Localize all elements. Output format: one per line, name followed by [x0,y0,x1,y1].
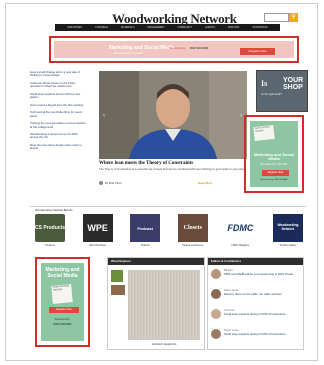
explorer-thumbnail[interactable] [111,285,125,295]
brand-logo: WPE [82,214,113,242]
banner-ad-body: Marketing and Social Media November 15 |… [54,41,294,58]
editor-item[interactable]: Karl Forth Small shop expands during COV… [211,308,303,325]
carousel-prev-icon[interactable]: ‹ [103,113,105,119]
sidebar-ad-body: THINK OUTSIDE THE BOX Marketing and Soci… [250,121,298,187]
editor-headline[interactable]: Delivery driven to the cable, the caller… [224,292,302,296]
sidebar-ad-left-body: Marketing and Social Media THINK OUTSIDE… [41,263,84,341]
ad-shop-line2: YOUR SHOP [283,77,304,91]
hero-headline[interactable]: Where lean meets the Theory of Constrain… [99,161,247,167]
section-divider [30,206,306,207]
ad-paper-note: THINK OUTSIDE THE BOX [253,124,275,142]
brand-label: Wood Pro Expo [89,244,106,247]
hero-byline: By Brad Olson [99,181,122,185]
editor-item[interactable]: Bill Esler KBIS and NAHB will be co-prog… [211,268,303,285]
ad-shop-line3: on the right track? [261,93,282,96]
editor-headline[interactable]: KBIS and NAHB will be co-programming in … [224,272,302,276]
nav-item-community[interactable]: Community [178,26,193,29]
news-item[interactable]: Tech testing the new Delta Drive for woo… [30,111,86,118]
avatar [211,309,221,319]
brand-label: Closets Conference [182,244,204,247]
news-item[interactable]: How to land a big job from the first mee… [30,103,86,107]
brand-label: Product Gallery [279,244,297,247]
brand-logo: Closets [177,214,208,242]
editors-header: Editors & Contributors [208,258,303,265]
nav-item-industries[interactable]: Industries [68,26,82,29]
editor-item[interactable]: Robert Gentle Delivery driven to the cab… [211,288,303,305]
brand-label: Products [45,244,55,247]
hero-image[interactable] [99,71,247,159]
nav-item-showroom[interactable]: Showroom [253,26,268,29]
carousel-next-icon[interactable]: › [240,113,242,119]
banner-ad-sponsor-label: Sponsored by: [169,47,186,50]
sidebar-ad-left[interactable]: Marketing and Social Media THINK OUTSIDE… [35,257,90,347]
news-item[interactable]: Woodworking employment up for 2021 acros… [30,133,86,140]
banner-ad-subtitle: November 15 | 2 pm EST [114,52,144,55]
brand-label: FDMC Magazine [231,244,250,247]
nav-item-events[interactable]: Events [205,26,215,29]
brand-tile[interactable]: Woodworking Network Product Gallery [272,214,303,247]
sidebar-ad-register-button[interactable]: Register Now [262,170,289,176]
sidebar-ad-marketing[interactable]: THINK OUTSIDE THE BOX Marketing and Soci… [244,115,304,193]
news-item[interactable]: Training the next generation of wood wor… [30,122,86,129]
brand-tile[interactable]: Podcast Podcast [130,214,161,247]
wood-sample-image[interactable] [128,270,200,340]
editors-panel: Editors & Contributors Bill Esler KBIS a… [207,257,304,350]
search-input[interactable] [264,13,289,22]
brands-row: CS Products Products WPE Wood Pro Expo P… [35,214,303,247]
avatar [211,329,221,339]
brand-label: Podcast [140,244,150,247]
ad-paper-note: THINK OUTSIDE THE BOX [51,284,73,304]
ad-your-shop[interactable]: Is YOUR SHOP on the right track? [256,70,308,112]
nav-item-management[interactable]: Management [147,26,164,29]
editor-headline[interactable]: Small shop expands during COVID-19 restr… [224,332,302,336]
news-item[interactable]: How a small change led to a new way of t… [30,70,86,77]
wood-sample-caption[interactable]: Zembeli magnolia [128,342,200,346]
brand-tile[interactable]: FDMC FDMC Magazine [225,214,256,247]
ad-shop-line1: Is [261,79,268,88]
brand-tile[interactable]: WPE Wood Pro Expo [82,214,113,247]
hero-author: By Brad Olson [105,181,122,185]
nav-item-podcast[interactable]: Podcast [228,26,240,29]
sidebar-ad-left-sponsor-brand: RED BOARD [53,322,72,326]
banner-ad-sponsor-brand: RED BOARD [190,46,209,50]
brand-logo: CS Products [35,214,65,242]
search-button[interactable]: ⚲ [289,13,298,22]
hero-summary: The Theory of Constraints is a powerful … [99,167,246,171]
sidebar-ad-sponsor: Sponsored by: RED BOARD [260,179,288,181]
news-item[interactable]: Meet the new closet design team ready to… [30,143,86,150]
sidebar-ad-subtitle: November 15 | 2 pm EST [260,163,288,166]
sidebar-ad-left-sponsor-label: Sponsored by: [54,318,71,321]
search-icon: ⚲ [291,14,296,20]
banner-ad-title: Marketing and Social Media [109,45,175,51]
explorer-thumbnail[interactable] [111,270,123,282]
hero-photo [99,71,247,159]
author-avatar [99,181,103,185]
banner-ad-top[interactable]: Marketing and Social Media November 15 |… [49,36,299,63]
news-item[interactable]: Small shop expands its line with the new… [30,92,86,99]
sidebar-ad-left-register-button[interactable]: Register Now [49,307,79,313]
read-more-link[interactable]: Read More [198,181,212,185]
page: Woodworking Network ⚲ Industries Channel… [20,5,308,355]
brand-logo: Podcast [130,214,161,242]
brands-section-label: Woodworking Network Brands [35,208,73,212]
nav-item-materials[interactable]: Materials [121,26,134,29]
sidebar-ad-left-title: Marketing and Social Media [45,267,80,279]
brand-logo: Woodworking Network [272,214,303,242]
nav-item-channels[interactable]: Channels [95,26,108,29]
wood-explorer-panel: Wood Explorer Zembeli magnolia [107,257,205,350]
wood-explorer-header: Wood Explorer [108,258,204,265]
avatar [211,269,221,279]
latest-news-list: How a small change led to a new way of t… [30,70,86,155]
brand-tile[interactable]: CS Products Products [35,214,65,247]
banner-ad-register-button[interactable]: Register Now [240,48,275,55]
sidebar-ad-title: Marketing and Social Media [253,152,294,162]
editor-headline[interactable]: Small shop expands during COVID-19 restr… [224,312,302,316]
main-nav: Industries Channels Materials Management… [55,24,280,31]
brand-tile[interactable]: Closets Closets Conference [177,214,208,247]
news-item[interactable]: Anderson Wood closes on the Tullos opera… [30,81,86,88]
avatar [211,289,221,299]
editor-item[interactable]: Robert Gentle Small shop expands during … [211,328,303,345]
brand-logo: FDMC [225,214,256,242]
